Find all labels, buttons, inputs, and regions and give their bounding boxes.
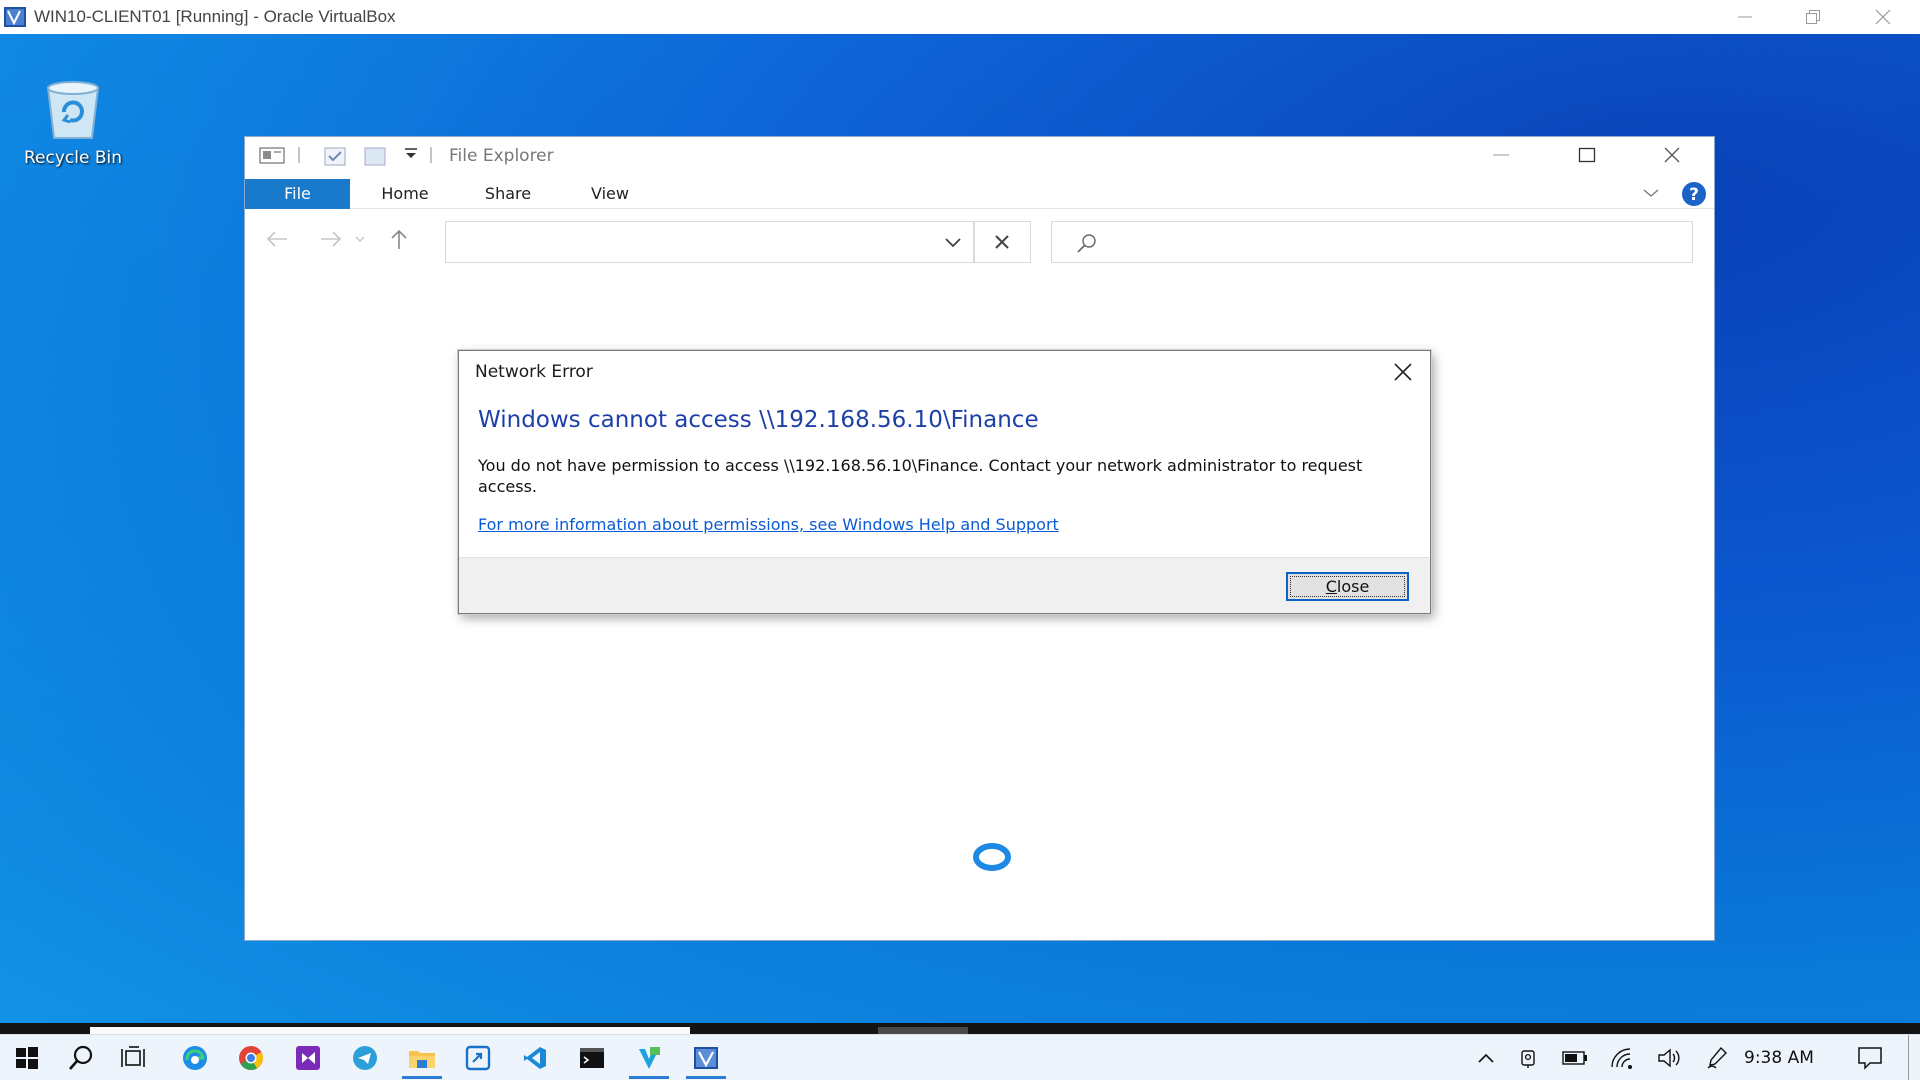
taskbar: 9:38 AM bbox=[0, 1034, 1920, 1080]
stop-loading-button[interactable] bbox=[973, 221, 1031, 263]
network-error-dialog: Network Error Windows cannot access \\19… bbox=[458, 350, 1431, 614]
battery-icon[interactable] bbox=[1558, 1035, 1592, 1080]
virtualbox-icon[interactable] bbox=[679, 1035, 733, 1080]
ribbon-tabs: File Home Share View ? bbox=[245, 179, 1714, 209]
dialog-title: Network Error bbox=[475, 362, 593, 382]
app-icon[interactable] bbox=[622, 1035, 676, 1080]
address-bar[interactable] bbox=[445, 221, 975, 263]
forward-arrow-icon[interactable] bbox=[313, 223, 349, 255]
svg-text:?: ? bbox=[1689, 185, 1699, 205]
network-icon[interactable] bbox=[1605, 1035, 1639, 1080]
explorer-maximize-button[interactable] bbox=[1545, 137, 1629, 173]
dialog-footer: Close bbox=[459, 557, 1430, 613]
visual-studio-icon[interactable] bbox=[281, 1035, 335, 1080]
close-icon bbox=[995, 235, 1009, 249]
host-status-segment bbox=[878, 1027, 968, 1034]
action-center-icon[interactable] bbox=[1848, 1035, 1892, 1080]
up-arrow-icon[interactable] bbox=[381, 223, 417, 255]
search-icon bbox=[1077, 234, 1096, 253]
expand-ribbon-chevron-icon[interactable] bbox=[1642, 185, 1660, 204]
close-button[interactable]: Close bbox=[1286, 572, 1409, 601]
loading-spinner-icon bbox=[973, 843, 1011, 871]
recycle-bin-icon bbox=[46, 81, 100, 139]
vscode-icon[interactable] bbox=[508, 1035, 562, 1080]
tab-file[interactable]: File bbox=[245, 179, 350, 209]
virtualbox-icon bbox=[4, 7, 26, 27]
remote-desktop-icon[interactable] bbox=[451, 1035, 505, 1080]
pen-ink-workspace-icon[interactable] bbox=[1700, 1035, 1734, 1080]
help-icon[interactable]: ? bbox=[1679, 181, 1709, 211]
help-link[interactable]: For more information about permissions, … bbox=[478, 515, 1059, 534]
show-desktop-button[interactable] bbox=[1908, 1035, 1909, 1080]
close-icon bbox=[1394, 363, 1412, 381]
address-dropdown-chevron-icon[interactable] bbox=[944, 235, 962, 254]
error-heading: Windows cannot access \\192.168.56.10\Fi… bbox=[478, 407, 1039, 433]
tab-home[interactable]: Home bbox=[360, 179, 450, 209]
host-close-button[interactable] bbox=[1848, 0, 1918, 34]
qat-separator bbox=[297, 145, 301, 165]
tab-share[interactable]: Share bbox=[463, 179, 553, 209]
recycle-bin-label: Recycle Bin bbox=[23, 148, 122, 168]
dialog-close-x-button[interactable] bbox=[1384, 355, 1422, 389]
volume-icon[interactable] bbox=[1652, 1035, 1686, 1080]
navigation-bar bbox=[245, 215, 1714, 265]
properties-icon[interactable] bbox=[259, 145, 287, 165]
task-view-icon[interactable] bbox=[108, 1035, 162, 1080]
explorer-close-button[interactable] bbox=[1630, 137, 1714, 173]
edge-icon[interactable] bbox=[168, 1035, 222, 1080]
taskbar-clock[interactable]: 9:38 AM bbox=[1744, 1035, 1814, 1080]
explorer-titlebar: File Explorer bbox=[245, 137, 1714, 173]
host-status-strip bbox=[0, 1023, 1920, 1034]
search-box[interactable] bbox=[1051, 221, 1693, 263]
host-status-segment bbox=[90, 1027, 690, 1034]
new-folder-qat-icon[interactable] bbox=[323, 145, 347, 167]
virtualbox-titlebar: WIN10-CLIENT01 [Running] - Oracle Virtua… bbox=[0, 0, 1920, 34]
telegram-icon[interactable] bbox=[338, 1035, 392, 1080]
host-minimize-button[interactable] bbox=[1710, 0, 1780, 34]
tab-view[interactable]: View bbox=[565, 179, 655, 209]
file-explorer-icon[interactable] bbox=[395, 1035, 449, 1080]
qat-separator bbox=[429, 145, 433, 165]
error-message: You do not have permission to access \\1… bbox=[478, 456, 1363, 496]
explorer-window-title: File Explorer bbox=[449, 146, 554, 166]
start-icon[interactable] bbox=[0, 1035, 54, 1080]
explorer-minimize-button[interactable] bbox=[1459, 137, 1543, 173]
back-arrow-icon[interactable] bbox=[259, 223, 295, 255]
recent-locations-chevron-icon[interactable] bbox=[349, 223, 371, 255]
recycle-bin-shortcut[interactable]: Recycle Bin bbox=[14, 78, 132, 168]
search-icon[interactable] bbox=[54, 1035, 108, 1080]
meet-now-icon[interactable] bbox=[1512, 1035, 1544, 1080]
host-window-title: WIN10-CLIENT01 [Running] - Oracle Virtua… bbox=[34, 7, 396, 26]
terminal-icon[interactable] bbox=[565, 1035, 619, 1080]
checkbox-qat-icon[interactable] bbox=[363, 145, 387, 167]
host-restore-button[interactable] bbox=[1778, 0, 1848, 34]
show-hidden-icons-chevron-icon[interactable] bbox=[1466, 1035, 1506, 1080]
chrome-icon[interactable] bbox=[224, 1035, 278, 1080]
customize-qat-dropdown-icon[interactable] bbox=[403, 145, 419, 161]
